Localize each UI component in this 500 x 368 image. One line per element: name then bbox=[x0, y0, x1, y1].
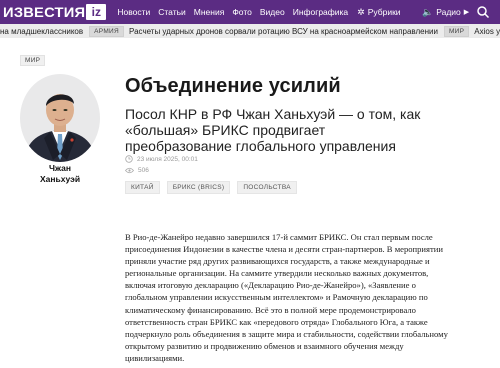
main-nav: Новости Статьи Мнения Фото Видео Инфогра… bbox=[117, 7, 348, 17]
top-header: ИЗВЕСТИЯ iz Новости Статьи Мнения Фото В… bbox=[0, 0, 500, 24]
nav-item-video[interactable]: Видео bbox=[260, 7, 285, 17]
ticker-item[interactable]: АРМИЯ Расчеты ударных дронов сорвали рот… bbox=[89, 25, 438, 37]
views-count: 506 bbox=[138, 167, 149, 174]
logo-badge: iz bbox=[86, 4, 107, 20]
article-subtitle: Посол КНР в РФ Чжан Ханьхуэй — о том, ка… bbox=[125, 106, 421, 154]
tag-brics[interactable]: БРИКС (BRICS) bbox=[166, 181, 231, 194]
ticker-text: Axios узна bbox=[474, 26, 500, 36]
nav-item-articles[interactable]: Статьи bbox=[158, 7, 186, 17]
tag-china[interactable]: КИТАЙ bbox=[125, 181, 160, 194]
radio-button[interactable]: 🔈 Радио ▶ bbox=[422, 0, 469, 24]
ticker-item[interactable]: на младшеклассников bbox=[0, 27, 83, 36]
article-body: В Рио-де-Жанейро недавно завершился 17-й… bbox=[125, 232, 448, 363]
author-name-line2: Ханьхуэй bbox=[39, 174, 81, 184]
article-views: 506 bbox=[125, 167, 149, 174]
play-icon: ▶ bbox=[463, 9, 470, 16]
article-date: 23 июля 2025, 00:01 bbox=[125, 155, 198, 163]
clock-icon bbox=[125, 155, 133, 163]
author-photo bbox=[20, 74, 100, 162]
nav-item-photo[interactable]: Фото bbox=[232, 7, 252, 17]
ticker-tag: МИР bbox=[443, 25, 470, 37]
logo-text: ИЗВЕСТИЯ bbox=[3, 4, 86, 20]
nav-item-news[interactable]: Новости bbox=[117, 7, 150, 17]
rubrics-button[interactable]: ✲ Рубрики bbox=[357, 7, 400, 18]
date-text: 23 июля 2025, 00:01 bbox=[137, 155, 198, 163]
nav-item-infographics[interactable]: Инфографика bbox=[293, 7, 348, 17]
speaker-icon: 🔈 bbox=[422, 6, 434, 17]
ticker-item[interactable]: МИР Axios узна bbox=[443, 25, 500, 37]
search-icon[interactable] bbox=[476, 5, 490, 19]
section-tag[interactable]: МИР bbox=[20, 55, 46, 66]
news-ticker: на младшеклассников АРМИЯ Расчеты ударны… bbox=[0, 24, 500, 38]
site-logo[interactable]: ИЗВЕСТИЯ iz bbox=[3, 0, 107, 24]
nav-item-opinions[interactable]: Мнения bbox=[194, 7, 225, 17]
ticker-tag: АРМИЯ bbox=[89, 25, 125, 37]
author-name: Чжан Ханьхуэй bbox=[20, 163, 100, 185]
rubrics-label: Рубрики bbox=[367, 7, 401, 17]
article-title: Объединение усилий bbox=[125, 75, 341, 97]
article-tags: КИТАЙ БРИКС (BRICS) ПОСОЛЬСТВА bbox=[125, 181, 297, 194]
author-name-line1: Чжан bbox=[49, 163, 71, 173]
gear-icon: ✲ bbox=[357, 6, 365, 17]
ticker-text: на младшеклассников bbox=[0, 26, 84, 36]
eye-icon bbox=[125, 167, 134, 174]
ticker-text: Расчеты ударных дронов сорвали ротацию В… bbox=[129, 26, 438, 36]
tag-embassies[interactable]: ПОСОЛЬСТВА bbox=[237, 181, 297, 194]
radio-label: Радио bbox=[436, 7, 461, 17]
